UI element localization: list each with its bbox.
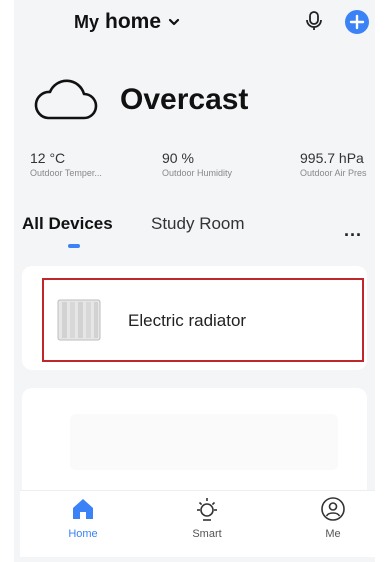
tab-study-room[interactable]: Study Room bbox=[151, 214, 245, 234]
chevron-down-icon bbox=[168, 18, 180, 26]
more-options-button[interactable]: ... bbox=[344, 220, 362, 241]
cloud-icon bbox=[34, 79, 98, 120]
sun-icon bbox=[197, 498, 217, 521]
room-tabs: All Devices Study Room bbox=[22, 214, 367, 254]
weather-stats: 12 °C Outdoor Temper... 90 % Outdoor Hum… bbox=[30, 150, 375, 190]
header: My home bbox=[14, 0, 375, 44]
add-device-button[interactable] bbox=[345, 10, 369, 34]
stat-temperature: 12 °C Outdoor Temper... bbox=[30, 150, 102, 178]
stat-humidity: 90 % Outdoor Humidity bbox=[162, 150, 232, 178]
nav-smart-label: Smart bbox=[192, 528, 222, 540]
nav-me-label: Me bbox=[325, 528, 341, 540]
active-tab-indicator bbox=[68, 244, 80, 248]
weather-condition: Overcast bbox=[120, 83, 249, 116]
weather-summary: Overcast bbox=[32, 78, 248, 122]
stat-air-pressure: 995.7 hPa Outdoor Air Pres bbox=[300, 150, 367, 178]
stat-label: Outdoor Humidity bbox=[162, 168, 233, 178]
nav-me[interactable]: Me bbox=[298, 496, 368, 540]
stat-value: 12 °C bbox=[30, 150, 66, 166]
placeholder-content bbox=[70, 414, 338, 470]
home-selector[interactable]: My home bbox=[74, 10, 181, 34]
stat-value: 90 % bbox=[162, 150, 194, 166]
home-icon bbox=[73, 499, 93, 519]
stat-value: 995.7 hPa bbox=[300, 150, 364, 166]
home-title: home bbox=[105, 10, 162, 33]
tab-all-devices[interactable]: All Devices bbox=[22, 214, 113, 234]
microphone-icon[interactable] bbox=[304, 10, 324, 32]
radiator-icon bbox=[57, 299, 101, 341]
device-name[interactable]: Electric radiator bbox=[128, 311, 246, 331]
nav-home-label: Home bbox=[68, 528, 98, 540]
nav-smart[interactable]: Smart bbox=[172, 496, 242, 540]
nav-home[interactable]: Home bbox=[48, 496, 118, 540]
stat-label: Outdoor Temper... bbox=[30, 168, 102, 178]
home-title-prefix: My bbox=[74, 11, 100, 32]
user-icon bbox=[321, 497, 345, 521]
stat-label: Outdoor Air Pres bbox=[300, 168, 367, 178]
